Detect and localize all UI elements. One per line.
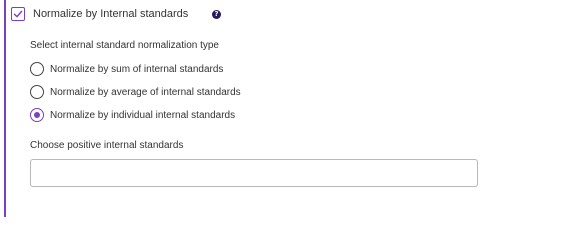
radio-option-average[interactable]: Normalize by average of internal standar… [30,84,241,100]
normalize-checkbox-label: Normalize by Internal standards [33,8,189,20]
radio-label: Normalize by sum of internal standards [50,63,224,75]
radio-button[interactable] [30,85,44,99]
radio-label: Normalize by average of internal standar… [50,86,241,98]
positive-standards-input[interactable] [30,159,478,187]
radio-label: Normalize by individual internal standar… [50,109,236,121]
normalize-checkbox-row[interactable]: Normalize by Internal standards [11,5,188,23]
radio-option-individual[interactable]: Normalize by individual internal standar… [30,107,235,123]
radio-button[interactable] [30,62,44,76]
positive-standards-label: Choose positive internal standards [30,140,184,151]
internal-standards-panel: Normalize by Internal standards ? Select… [0,0,574,217]
panel-accent-border [4,0,6,217]
check-icon [13,10,23,18]
normalization-type-label: Select internal standard normalization t… [30,40,219,51]
radio-button-selected[interactable] [30,108,44,122]
radio-option-sum[interactable]: Normalize by sum of internal standards [30,61,223,77]
question-circle-icon[interactable]: ? [212,10,221,19]
normalize-checkbox[interactable] [11,7,25,21]
